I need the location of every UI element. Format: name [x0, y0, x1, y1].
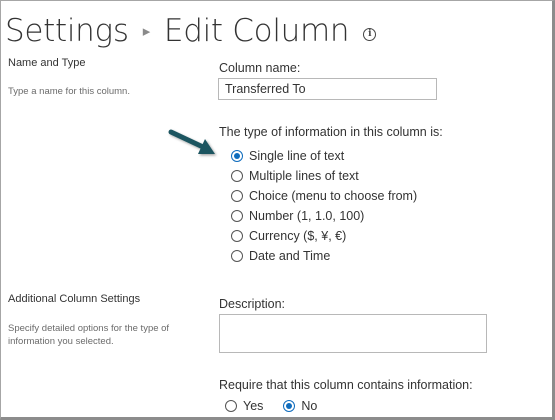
type-option-label: Single line of text — [249, 149, 345, 163]
type-option-single-line[interactable]: Single line of text — [231, 148, 344, 164]
required-radio-group: Yes No — [225, 399, 337, 413]
type-option-label: Currency ($, ¥, €) — [249, 229, 347, 243]
description-textarea[interactable] — [219, 314, 487, 353]
type-option-date-time[interactable]: Date and Time — [231, 248, 330, 264]
description-line: Specify detailed options for the type of — [8, 323, 170, 334]
radio-button-selected[interactable] — [231, 150, 243, 162]
required-option-no[interactable]: No — [283, 399, 317, 413]
type-option-label: Choice (menu to choose from) — [249, 189, 418, 203]
description-label: Description: — [219, 297, 285, 311]
annotation-arrow-icon — [168, 129, 215, 154]
type-option-label: Number (1, 1.0, 100) — [249, 209, 365, 223]
required-option-label: Yes — [243, 399, 264, 413]
type-option-label: Date and Time — [249, 249, 331, 263]
breadcrumb-separator-icon: ▸ — [142, 21, 151, 40]
section-title-additional-settings: Additional Column Settings — [8, 293, 141, 305]
type-option-currency[interactable]: Currency ($, ¥, €) — [231, 228, 346, 244]
type-question-label: The type of information in this column i… — [219, 125, 443, 139]
radio-button[interactable] — [231, 250, 243, 262]
info-icon[interactable]: i — [363, 27, 377, 41]
breadcrumb-settings[interactable]: Settings — [5, 13, 129, 49]
section-title-name-type: Name and Type — [8, 57, 86, 69]
radio-button[interactable] — [231, 170, 243, 182]
radio-button[interactable] — [231, 190, 243, 202]
type-option-number[interactable]: Number (1, 1.0, 100) — [231, 208, 364, 224]
section-description-name-type: Type a name for this column. — [8, 86, 130, 97]
section-description-additional-settings: Specify detailed options for the type of… — [8, 322, 169, 348]
required-option-label: No — [301, 399, 318, 413]
radio-button[interactable] — [225, 400, 237, 412]
radio-button-selected[interactable] — [283, 400, 296, 412]
settings-panel: Settings ▸ Edit Column i Name and Type T… — [0, 0, 555, 420]
radio-button[interactable] — [231, 210, 243, 222]
column-name-label: Column name: — [219, 61, 301, 75]
type-option-label: Multiple lines of text — [249, 169, 359, 183]
page-title: Edit Column — [163, 13, 350, 49]
type-option-multiple-lines[interactable]: Multiple lines of text — [231, 168, 359, 184]
required-option-yes[interactable]: Yes — [225, 399, 263, 413]
type-option-choice[interactable]: Choice (menu to choose from) — [231, 188, 417, 204]
page-header: Settings ▸ Edit Column i — [5, 9, 377, 53]
column-name-input[interactable] — [218, 78, 437, 100]
required-question-label: Require that this column contains inform… — [219, 378, 473, 392]
radio-button[interactable] — [231, 230, 243, 242]
description-line: information you selected. — [8, 336, 114, 347]
